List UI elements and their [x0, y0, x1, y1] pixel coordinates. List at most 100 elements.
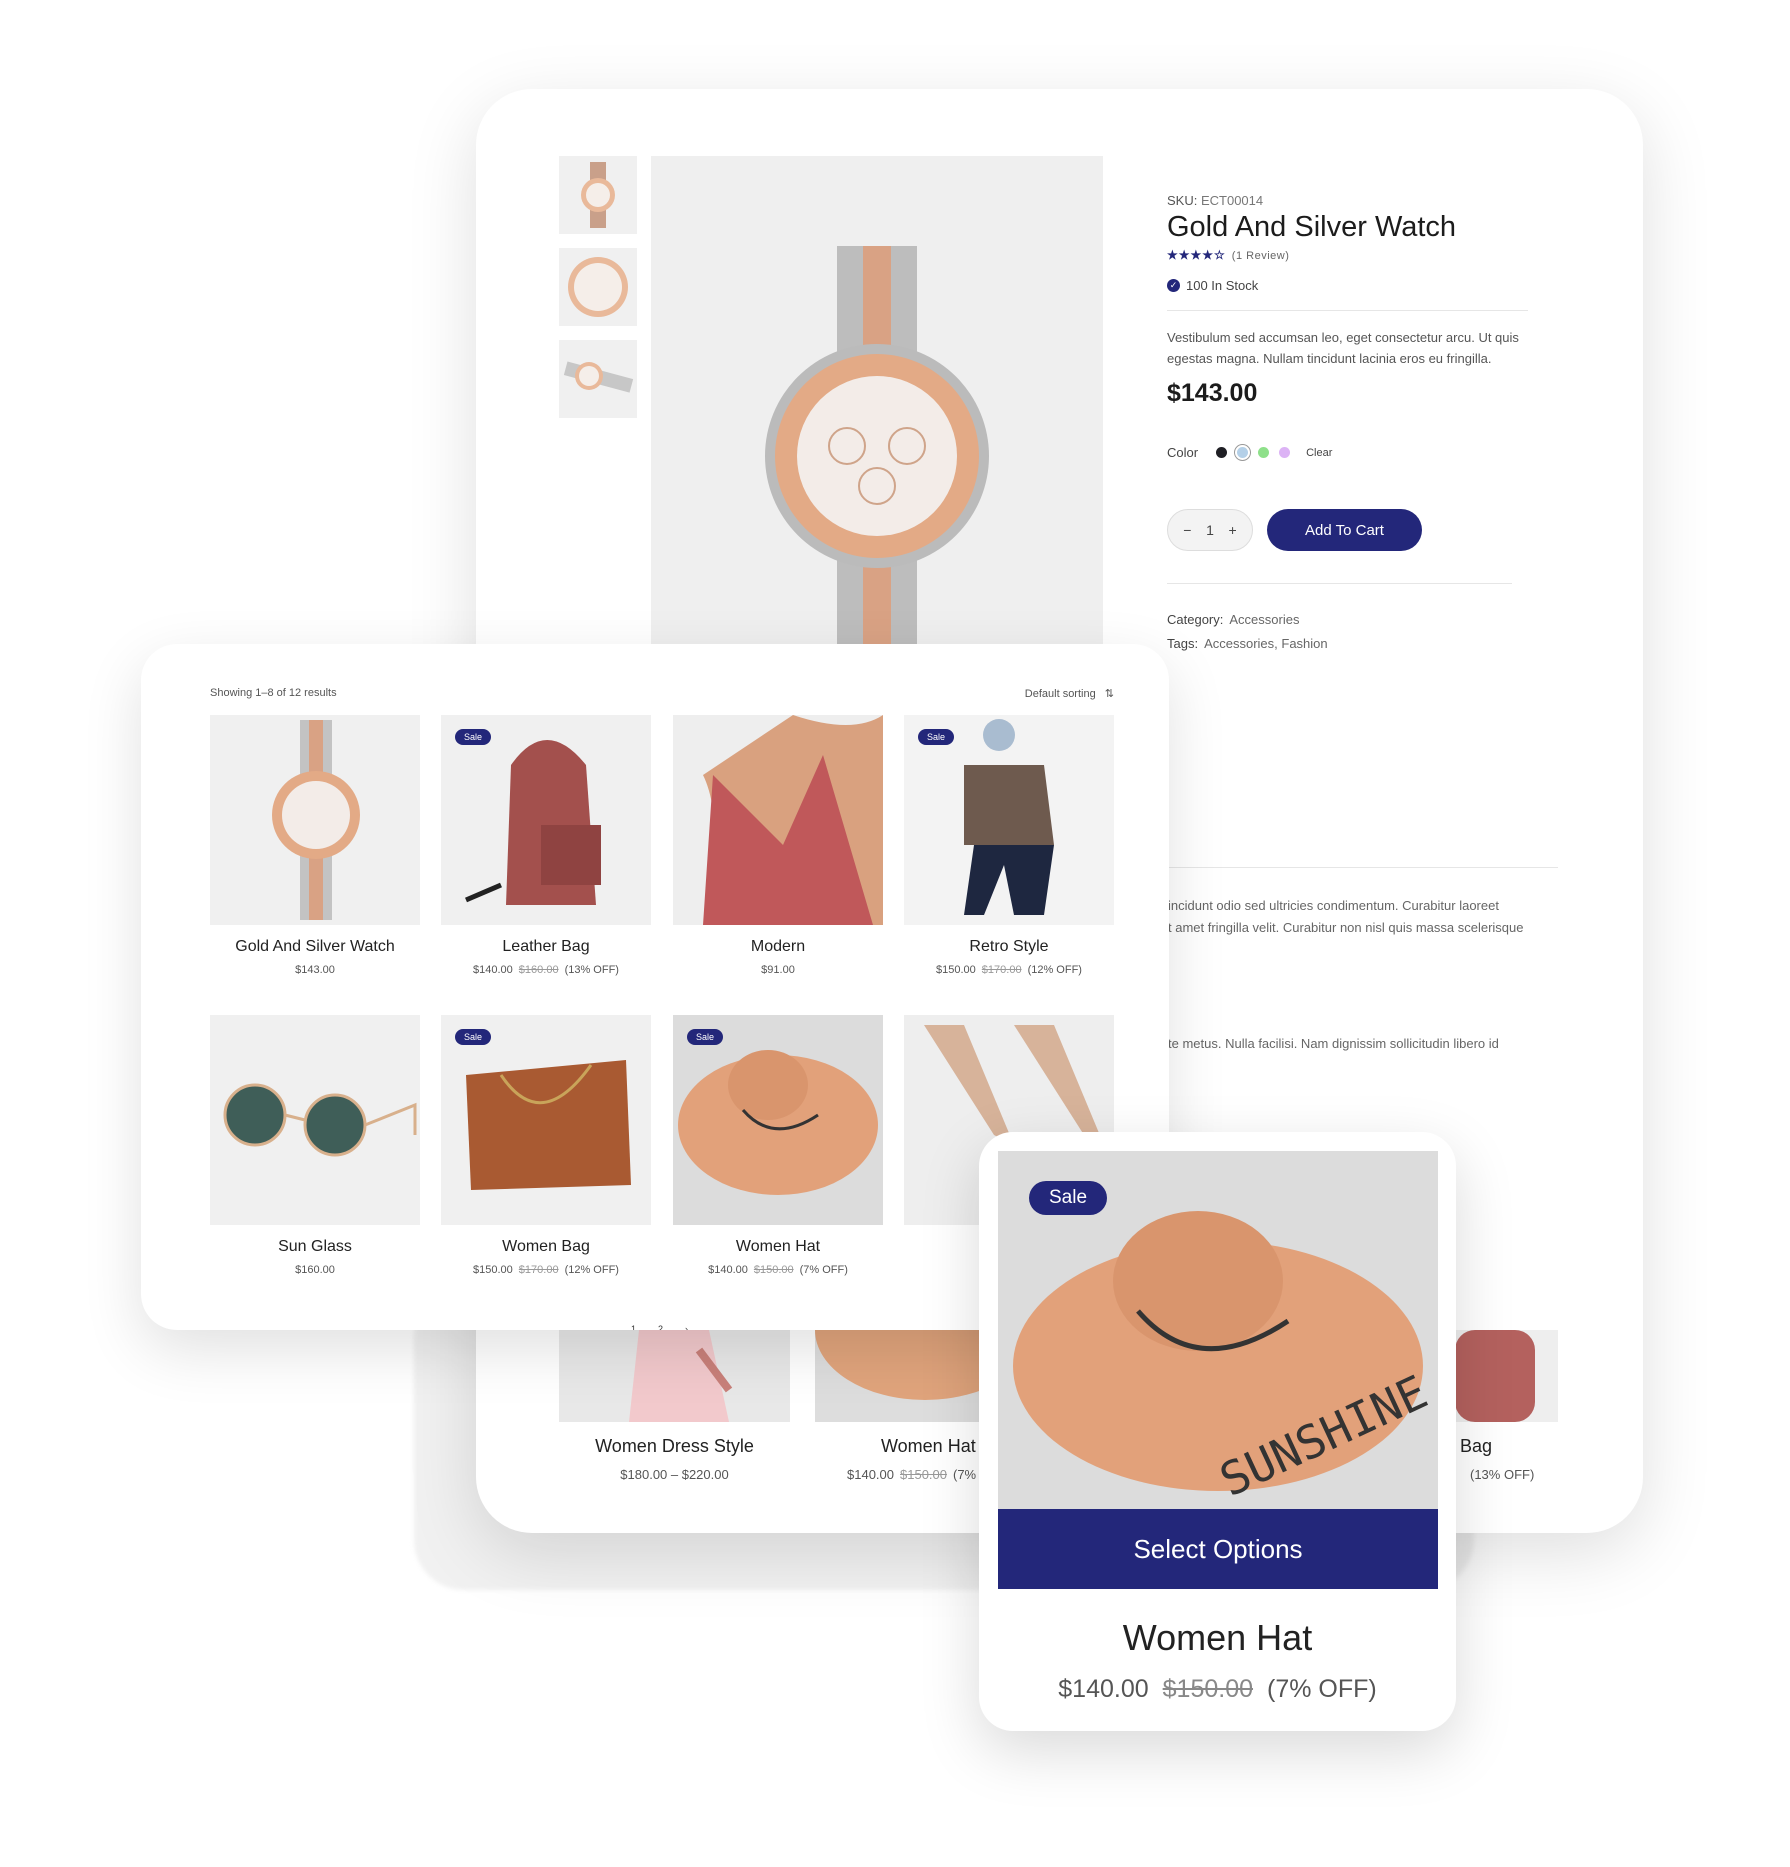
color-swatch[interactable]: [1258, 447, 1270, 458]
color-swatch[interactable]: [1279, 447, 1291, 458]
product-price: $91.00: [673, 964, 883, 976]
sale-badge: Sale: [687, 1029, 724, 1045]
divider: [1167, 867, 1558, 868]
price-old: $150.00: [753, 1264, 794, 1276]
product-name[interactable]: Women Hat: [979, 1617, 1456, 1659]
product-price: $140.00 $150.00 (7% OFF): [673, 1264, 883, 1276]
product-image[interactable]: Sale: [441, 715, 651, 925]
product-price: $143.00: [210, 964, 420, 976]
sku-label: SKU:: [1167, 193, 1198, 208]
watch-icon: [272, 720, 360, 920]
product-image[interactable]: [1455, 1330, 1558, 1422]
quick-product-card: SUNSHINE Sale Select Options Women Hat $…: [979, 1132, 1456, 1731]
product-price: $160.00: [210, 1264, 420, 1276]
watch-icon: [568, 257, 628, 317]
plus-button[interactable]: +: [1229, 522, 1237, 538]
product-name[interactable]: Women Dress Style: [559, 1436, 790, 1457]
color-swatch[interactable]: [1237, 447, 1249, 458]
tags-links[interactable]: Accessories, Fashion: [1204, 636, 1328, 651]
discount: (7% OFF): [1267, 1675, 1377, 1703]
add-to-cart-button[interactable]: Add To Cart: [1267, 509, 1422, 551]
price-old: $150.00: [900, 1467, 947, 1482]
product-card[interactable]: Sale Women Hat $140.00 $150.00 (7% OFF): [673, 1015, 883, 1276]
color-label: Color: [1167, 445, 1199, 460]
product-card[interactable]: Sale Women Bag $150.00 $170.00 (12% OFF): [441, 1015, 651, 1276]
rating-stars[interactable]: ★★★★☆ (1 Review): [1167, 248, 1289, 262]
category-label: Category:: [1167, 612, 1224, 627]
check-circle-icon: ✓: [1167, 279, 1180, 292]
discount: (13% OFF): [564, 964, 619, 976]
price-current: $140.00: [847, 1467, 894, 1482]
product-card[interactable]: Sale Retro Style $150.00 $170.00 (12% OFF): [904, 715, 1114, 976]
quantity-value[interactable]: 1: [1206, 522, 1214, 538]
minus-button[interactable]: −: [1183, 522, 1191, 538]
quantity-stepper[interactable]: − 1 +: [1167, 509, 1253, 551]
product-image[interactable]: Sale: [904, 715, 1114, 925]
thumbnail-1[interactable]: [559, 156, 637, 234]
clear-link[interactable]: Clear: [1306, 447, 1332, 459]
sale-badge: Sale: [455, 729, 492, 745]
stock-status: ✓ 100 In Stock: [1167, 278, 1258, 293]
backpack-icon: [1455, 1330, 1535, 1422]
product-card[interactable]: Modern $91.00: [673, 715, 883, 976]
color-swatch[interactable]: [1216, 447, 1228, 458]
product-image[interactable]: Sale: [673, 1015, 883, 1225]
product-name[interactable]: Sun Glass: [210, 1238, 420, 1256]
product-image[interactable]: Sale: [441, 1015, 651, 1225]
related-product[interactable]: Bag (13% OFF): [1455, 1330, 1558, 1482]
category-row: Category: Accessories: [1167, 612, 1299, 627]
color-selector: Color Clear: [1167, 445, 1332, 460]
product-name[interactable]: Women Hat: [673, 1238, 883, 1256]
product-image[interactable]: [559, 1330, 790, 1422]
product-card[interactable]: Gold And Silver Watch $143.00: [210, 715, 420, 976]
product-name[interactable]: Retro Style: [904, 938, 1114, 956]
category-link[interactable]: Accessories: [1229, 612, 1299, 627]
product-name[interactable]: Modern: [673, 938, 883, 956]
thumbnail-3[interactable]: [559, 340, 637, 418]
page-1[interactable]: 1: [631, 1324, 636, 1330]
product-price: $180.00 – $220.00: [620, 1467, 729, 1482]
discount: (12% OFF): [1027, 964, 1082, 976]
tags-label: Tags:: [1167, 636, 1199, 651]
star-icons: ★★★★☆: [1167, 248, 1226, 262]
thumbnail-2[interactable]: [559, 248, 637, 326]
dress-icon: [629, 1330, 733, 1422]
divider: [1167, 583, 1512, 584]
product-name[interactable]: Bag: [1455, 1436, 1558, 1457]
sku-value: ECT00014: [1200, 193, 1264, 208]
page-2[interactable]: 2: [658, 1324, 663, 1330]
sale-badge: Sale: [918, 729, 955, 745]
product-image[interactable]: [673, 715, 883, 925]
product-image[interactable]: [210, 715, 420, 925]
price-old: $150.00: [1162, 1675, 1254, 1703]
related-product[interactable]: Women Dress Style $180.00 – $220.00: [559, 1330, 790, 1482]
price-current: $140.00: [708, 1264, 748, 1276]
sale-badge: Sale: [1029, 1181, 1108, 1215]
product-name[interactable]: Gold And Silver Watch: [210, 938, 420, 956]
sorting-label[interactable]: Default sorting: [1025, 688, 1096, 700]
price-current: $143.00: [295, 964, 335, 976]
hat-icon: [673, 1015, 883, 1225]
stock-text: 100 In Stock: [1186, 278, 1259, 293]
select-options-button[interactable]: Select Options: [998, 1509, 1438, 1589]
sorting-select[interactable]: Default sorting ⇅: [1025, 687, 1114, 700]
product-title: Gold And Silver Watch: [1167, 211, 1457, 243]
next-page[interactable]: ›: [685, 1324, 688, 1330]
product-name[interactable]: Women Bag: [441, 1238, 651, 1256]
review-count[interactable]: (1 Review): [1232, 250, 1290, 262]
glasses-icon: [223, 1083, 417, 1157]
price-current: $140.00: [473, 964, 513, 976]
price-current: $150.00: [473, 1264, 513, 1276]
product-name[interactable]: Leather Bag: [441, 938, 651, 956]
product-image[interactable]: [210, 1015, 420, 1225]
product-price: $140.00 $150.00 (7% OFF): [979, 1675, 1456, 1704]
sort-arrows-icon: ⇅: [1104, 688, 1114, 700]
sale-badge: Sale: [455, 1029, 492, 1045]
price-old: $170.00: [981, 964, 1022, 976]
product-card[interactable]: Sale Leather Bag $140.00 $160.00 (13% OFF): [441, 715, 651, 976]
product-card[interactable]: Sun Glass $160.00: [210, 1015, 420, 1276]
short-description: Vestibulum sed accumsan leo, eget consec…: [1167, 330, 1519, 366]
backpack-icon: [465, 740, 601, 905]
price-current: $150.00: [936, 964, 976, 976]
product-price: $150.00 $170.00 (12% OFF): [441, 1264, 651, 1276]
